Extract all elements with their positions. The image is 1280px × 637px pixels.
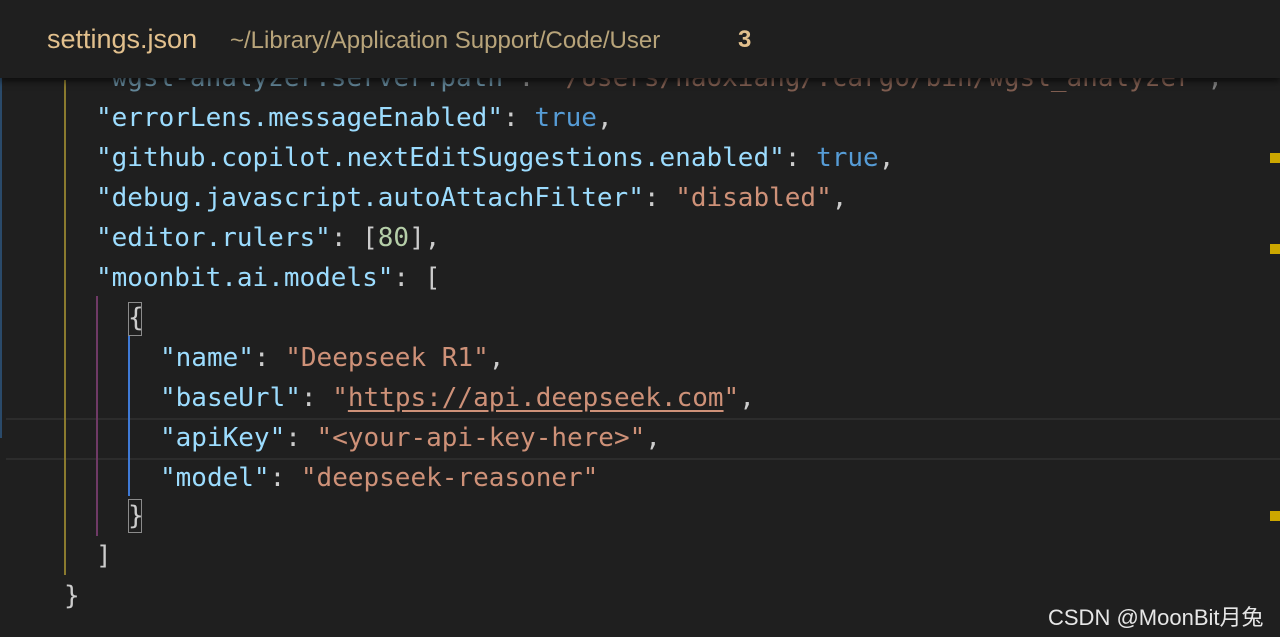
code-line-debug-filter[interactable]: "debug.javascript.autoAttachFilter": "di… [96,178,847,218]
code-token: "editor.rulers" [96,223,331,253]
code-token: , [739,383,755,413]
problem-count-badge[interactable]: 3 [738,26,751,54]
overview-ruler-warning-marker[interactable] [1270,511,1280,521]
code-token: true [816,143,879,173]
code-line-moonbit-models[interactable]: "moonbit.ai.models": [ [96,258,440,298]
code-token: , [596,103,613,133]
code-token: "model" [160,463,270,493]
overview-ruler-warning-marker[interactable] [1270,244,1280,254]
code-token: : [269,463,301,493]
code-token: "moonbit.ai.models" [96,263,394,293]
gutter-edge [0,78,2,438]
code-line-object-open[interactable]: { [128,298,144,338]
code-token: "github.copilot.nextEditSuggestions.enab… [96,143,785,173]
code-token: https://api.deepseek.com [347,383,724,413]
code-token: "debug.javascript.autoAttachFilter" [96,183,644,213]
code-token: "apiKey" [160,423,286,453]
code-line-api-key[interactable]: "apiKey": "<your-api-key-here>", [160,418,661,458]
indent-guide-active [128,336,130,496]
code-line-name[interactable]: "name": "Deepseek R1", [160,338,504,378]
code-token: ], [409,223,441,253]
overview-ruler-warning-marker[interactable] [1270,153,1280,163]
code-token: "disabled" [675,183,832,213]
code-token: , [878,143,895,173]
code-line-copilot[interactable]: "github.copilot.nextEditSuggestions.enab… [96,138,894,178]
code-token: { [128,303,144,333]
code-line-model[interactable]: "model": "deepseek-reasoner" [160,458,598,498]
code-token: } [64,581,80,611]
file-path: ~/Library/Application Support/Code/User [230,27,661,54]
code-token: "deepseek-reasoner" [300,463,599,493]
code-token: " [723,383,740,413]
code-token: "errorLens.messageEnabled" [96,103,503,133]
code-token: "baseUrl" [160,383,301,413]
code-line-error-lens[interactable]: "errorLens.messageEnabled": true, [96,98,613,138]
code-token: 80 [377,223,410,253]
watermark-text: CSDN @MoonBit月兔 [1048,605,1264,630]
code-token: , [488,343,505,373]
code-token: : [285,423,317,453]
code-token: ] [96,541,112,571]
code-line-base-url[interactable]: "baseUrl": "https://api.deepseek.com", [160,378,755,418]
indent-guide [64,80,66,575]
code-token: " [332,383,348,413]
code-line-array-close[interactable]: ] [96,536,112,576]
code-token: : [ [393,263,441,293]
code-token: "<your-api-key-here>" [316,423,646,453]
code-token: "name" [160,343,254,373]
code-line-editor-rulers[interactable]: "editor.rulers": [80], [96,218,440,258]
indent-guide [96,296,98,536]
editor-tab-header: settings.json ~/Library/Application Supp… [0,0,1280,78]
code-token: : [643,183,676,213]
code-token: "Deepseek R1" [285,343,489,373]
code-token: : [784,143,817,173]
file-name[interactable]: settings.json [47,24,197,55]
code-token: , [645,423,661,453]
code-token: true [534,103,597,133]
code-token: , [831,183,848,213]
code-token: : [503,103,535,133]
code-token: } [128,501,144,531]
code-token: : [ [330,223,378,253]
code-line-root-close[interactable]: } [64,576,80,616]
code-line-object-close[interactable]: } [128,496,144,536]
code-token: : [253,343,286,373]
code-editor[interactable]: "wgsl-analyzer.server.path": "/Users/hao… [0,0,1280,637]
code-token: : [300,383,333,413]
